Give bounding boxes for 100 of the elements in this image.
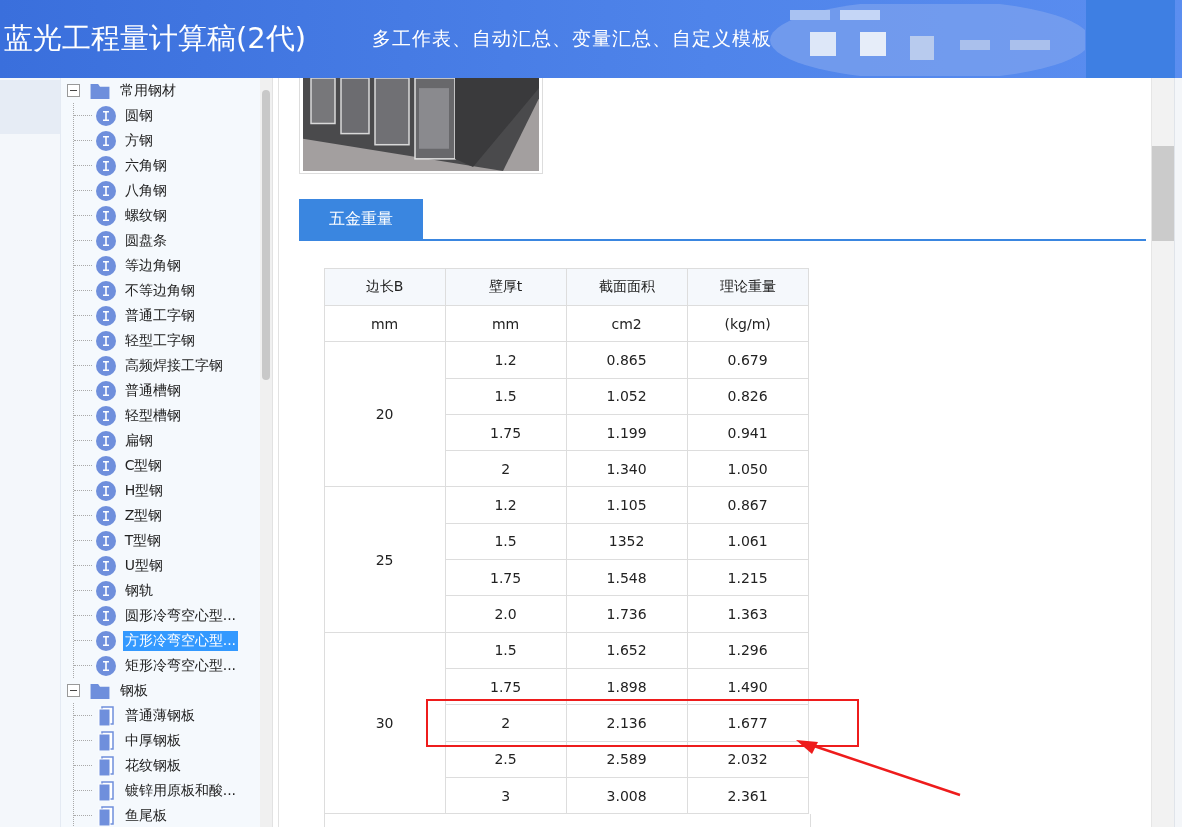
tree-item[interactable]: 方钢	[122, 130, 155, 151]
i-beam-icon	[95, 530, 116, 551]
i-beam-icon	[95, 480, 116, 501]
tree-item[interactable]: 等边角钢	[122, 255, 183, 276]
i-beam-icon	[95, 130, 116, 151]
table-cell: 25	[324, 487, 446, 633]
tree-folder[interactable]: 钢板	[119, 681, 148, 700]
table-cell: 1.199	[566, 414, 688, 451]
i-beam-icon	[95, 430, 116, 451]
table-cell: 2.136	[566, 704, 688, 742]
table-cell: 1352	[566, 523, 688, 560]
tree-item[interactable]: 钢轨	[122, 580, 155, 601]
tree-item[interactable]: 高频焊接工字钢	[122, 355, 225, 376]
i-beam-icon	[95, 505, 116, 526]
table-cell: 0.679	[687, 341, 809, 379]
folder-icon	[89, 682, 110, 699]
table-cell: 1.677	[687, 704, 809, 742]
scrollbar[interactable]	[259, 78, 272, 827]
tree-item[interactable]: U型钢	[122, 555, 165, 576]
collapse-toggle[interactable]	[66, 84, 80, 97]
unit-cell: mm	[324, 305, 446, 342]
table-cell: 20	[324, 341, 446, 487]
unit-cell: mm	[445, 305, 567, 342]
tree-item[interactable]: 不等边角钢	[122, 280, 197, 301]
table-cell: 1.340	[566, 450, 688, 487]
tree-item[interactable]: 普通工字钢	[122, 305, 197, 326]
i-beam-icon	[95, 580, 116, 601]
unit-cell: (kg/m)	[687, 305, 809, 342]
section-tab[interactable]: 五金重量	[298, 199, 423, 239]
table-cell: 1.363	[687, 595, 809, 633]
splitter-handle[interactable]	[271, 78, 279, 827]
collapse-toggle[interactable]	[66, 684, 80, 697]
column-header: 理论重量	[687, 268, 809, 306]
tree-item[interactable]: 圆钢	[122, 105, 155, 126]
table-cell: 1.2	[445, 487, 567, 524]
tree-item[interactable]: 轻型槽钢	[122, 405, 183, 426]
tree-item[interactable]: 圆盘条	[122, 230, 169, 251]
scroll-thumb[interactable]	[1152, 146, 1175, 241]
table-cell: 1.5	[445, 632, 567, 669]
tree-item[interactable]: 矩形冷弯空心型...	[122, 655, 239, 676]
i-beam-icon	[95, 455, 116, 476]
i-beam-icon	[95, 280, 116, 301]
i-beam-icon	[95, 180, 116, 201]
folder-icon	[89, 82, 110, 99]
tree-item[interactable]: 普通薄钢板	[122, 705, 197, 726]
tree-item[interactable]: Z型钢	[122, 505, 165, 526]
table-cell: 2	[445, 704, 567, 742]
i-beam-icon	[95, 230, 116, 251]
tree-item[interactable]: 螺纹钢	[122, 205, 169, 226]
table-cell: 2.361	[687, 777, 809, 814]
table-cell: 1.490	[687, 668, 809, 705]
tree-item[interactable]: 八角钢	[122, 180, 169, 201]
tree-item[interactable]: T型钢	[122, 530, 164, 551]
table-cell: 1.898	[566, 668, 688, 705]
app-subtitle: 多工作表、自动汇总、变量汇总、自定义模板	[372, 26, 772, 51]
i-beam-icon	[95, 205, 116, 226]
table-cell: 3	[445, 777, 567, 814]
table-cell: 2	[445, 450, 567, 487]
tree-item[interactable]: 普通槽钢	[122, 380, 183, 401]
i-beam-icon	[95, 630, 116, 651]
table-cell: 0.826	[687, 378, 809, 415]
i-beam-icon	[95, 405, 116, 426]
i-beam-icon	[95, 255, 116, 276]
tree-item[interactable]: 六角钢	[122, 155, 169, 176]
i-beam-icon	[95, 305, 116, 326]
tree-item[interactable]: 鱼尾板	[122, 805, 169, 826]
tree-item[interactable]: 中厚钢板	[122, 730, 183, 751]
i-beam-icon	[95, 655, 116, 676]
table-cell: 1.105	[566, 487, 688, 524]
table-cell: 1.548	[566, 559, 688, 596]
table-cell: 2.5	[445, 741, 567, 778]
table-cell: 1.050	[687, 450, 809, 487]
scrollbar[interactable]	[1151, 78, 1175, 827]
table-cell: 2.589	[566, 741, 688, 778]
table-cell: 1.052	[566, 378, 688, 415]
column-header: 壁厚t	[445, 268, 567, 306]
tree-item[interactable]: 扁钢	[122, 430, 155, 451]
tree-item[interactable]: 圆形冷弯空心型...	[122, 605, 239, 626]
tree-item[interactable]: C型钢	[122, 455, 165, 476]
column-header: 边长B	[324, 268, 446, 306]
table-cell: 0.867	[687, 487, 809, 524]
table-cell: 1.296	[687, 632, 809, 669]
table-cell: 1.215	[687, 559, 809, 596]
tree-item[interactable]: 花纹钢板	[122, 755, 183, 776]
table-cell: 1.736	[566, 595, 688, 633]
table-cell: 0.941	[687, 414, 809, 451]
table-cell: 1.2	[445, 341, 567, 379]
table-cell: 1.75	[445, 668, 567, 705]
tree-folder[interactable]: 常用钢材	[119, 81, 176, 100]
table-cell: 1.061	[687, 523, 809, 560]
tree-item[interactable]: H型钢	[122, 480, 166, 501]
app-title: 蓝光工程量计算稿(2代)	[4, 20, 308, 57]
table-cell: 1.75	[445, 414, 567, 451]
scroll-thumb[interactable]	[261, 90, 270, 380]
table-cell: 3.008	[566, 777, 688, 814]
tree-item[interactable]: 轻型工字钢	[122, 330, 197, 351]
i-beam-icon	[95, 105, 116, 126]
i-beam-icon	[95, 380, 116, 401]
tree-item[interactable]: 镀锌用原板和酸...	[122, 780, 239, 801]
table-cell: 1.5	[445, 378, 567, 415]
